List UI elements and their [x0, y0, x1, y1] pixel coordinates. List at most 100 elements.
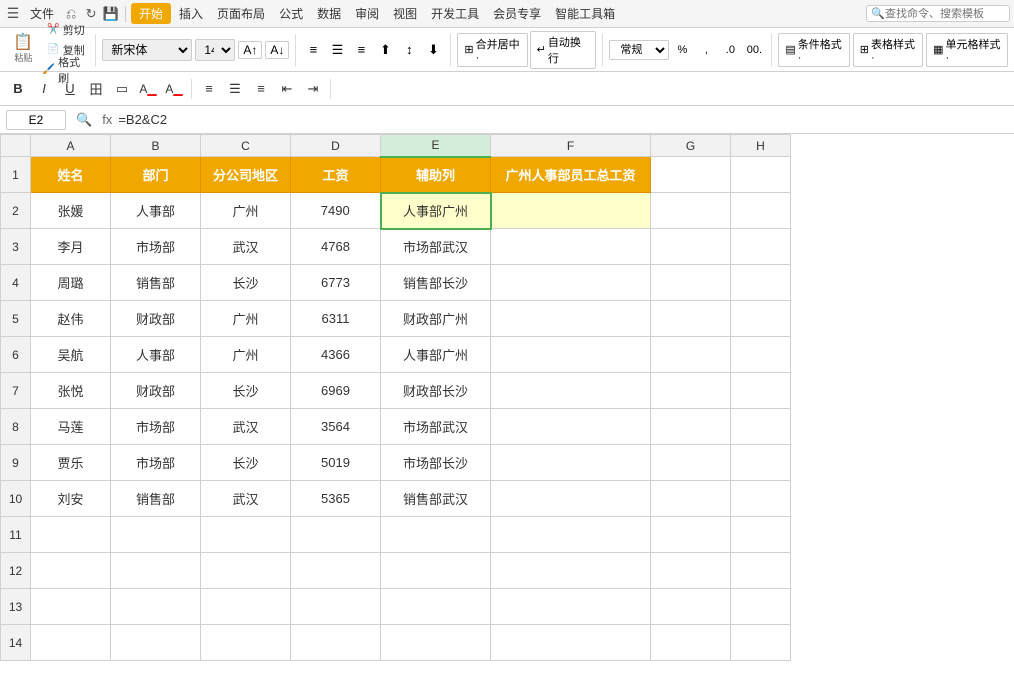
cell-a2[interactable]: 张媛 — [31, 193, 111, 229]
cell-f5[interactable] — [491, 301, 651, 337]
cell-d2[interactable]: 7490 — [291, 193, 381, 229]
menu-review[interactable]: 审阅 — [349, 3, 385, 24]
cell-d7[interactable]: 6969 — [291, 373, 381, 409]
cell-f2[interactable] — [491, 193, 651, 229]
cell-g1[interactable] — [651, 157, 731, 193]
cell-d13[interactable] — [291, 589, 381, 625]
cell-g2[interactable] — [651, 193, 731, 229]
cell-c10[interactable]: 武汉 — [201, 481, 291, 517]
menu-data[interactable]: 数据 — [311, 3, 347, 24]
cell-h12[interactable] — [731, 553, 791, 589]
border-outer-button[interactable]: ▭ — [110, 77, 134, 101]
cell-a3[interactable]: 李月 — [31, 229, 111, 265]
cell-f7[interactable] — [491, 373, 651, 409]
cell-d6[interactable]: 4366 — [291, 337, 381, 373]
cell-b8[interactable]: 市场部 — [111, 409, 201, 445]
paste-button[interactable]: 📋 粘贴 — [6, 31, 41, 69]
cell-c8[interactable]: 武汉 — [201, 409, 291, 445]
cell-c5[interactable]: 广州 — [201, 301, 291, 337]
cell-g5[interactable] — [651, 301, 731, 337]
cell-f13[interactable] — [491, 589, 651, 625]
align-left2-button[interactable]: ≡ — [197, 77, 221, 101]
header-region[interactable]: 分公司地区 — [201, 157, 291, 193]
cell-c13[interactable] — [201, 589, 291, 625]
cell-g4[interactable] — [651, 265, 731, 301]
col-header-g[interactable]: G — [651, 135, 731, 157]
col-header-a[interactable]: A — [31, 135, 111, 157]
cell-g14[interactable] — [651, 625, 731, 661]
cell-c3[interactable]: 武汉 — [201, 229, 291, 265]
cell-h13[interactable] — [731, 589, 791, 625]
cell-c14[interactable] — [201, 625, 291, 661]
header-helper[interactable]: 辅助列 — [381, 157, 491, 193]
cell-c12[interactable] — [201, 553, 291, 589]
cell-f9[interactable] — [491, 445, 651, 481]
cell-d5[interactable]: 6311 — [291, 301, 381, 337]
cell-a5[interactable]: 赵伟 — [31, 301, 111, 337]
cell-f8[interactable] — [491, 409, 651, 445]
cell-b4[interactable]: 销售部 — [111, 265, 201, 301]
cell-d9[interactable]: 5019 — [291, 445, 381, 481]
cell-g6[interactable] — [651, 337, 731, 373]
cell-f3[interactable] — [491, 229, 651, 265]
font-size-increase-button[interactable]: A↑ — [238, 41, 262, 59]
align-left-button[interactable]: ≡ — [302, 39, 324, 61]
cell-e4[interactable]: 销售部长沙 — [381, 265, 491, 301]
cell-b5[interactable]: 财政部 — [111, 301, 201, 337]
header-name[interactable]: 姓名 — [31, 157, 111, 193]
align-right-button[interactable]: ≡ — [350, 39, 372, 61]
cell-h3[interactable] — [731, 229, 791, 265]
cell-c9[interactable]: 长沙 — [201, 445, 291, 481]
cell-c11[interactable] — [201, 517, 291, 553]
cell-d12[interactable] — [291, 553, 381, 589]
col-header-f[interactable]: F — [491, 135, 651, 157]
format-brush-button[interactable]: 🖌️ 格式刷 — [43, 61, 90, 79]
cell-b7[interactable]: 财政部 — [111, 373, 201, 409]
sheet-container[interactable]: A B C D E F G H 1 姓名 部门 分公司地区 工资 辅助列 广州人… — [0, 134, 1014, 661]
cell-h2[interactable] — [731, 193, 791, 229]
align-middle-button[interactable]: ↕ — [398, 39, 420, 61]
cell-a9[interactable]: 贾乐 — [31, 445, 111, 481]
cell-e6[interactable]: 人事部广州 — [381, 337, 491, 373]
cell-g9[interactable] — [651, 445, 731, 481]
menu-tools[interactable]: 智能工具箱 — [549, 3, 621, 24]
cell-g11[interactable] — [651, 517, 731, 553]
search-input[interactable] — [885, 8, 1005, 20]
cell-d14[interactable] — [291, 625, 381, 661]
formula-input[interactable] — [118, 112, 1008, 127]
cond-format-button[interactable]: ▤ 条件格式· — [778, 33, 849, 67]
cell-h9[interactable] — [731, 445, 791, 481]
cell-f10[interactable] — [491, 481, 651, 517]
menu-view[interactable]: 视图 — [387, 3, 423, 24]
cell-e11[interactable] — [381, 517, 491, 553]
cell-a11[interactable] — [31, 517, 111, 553]
font-size-decrease-button[interactable]: A↓ — [265, 41, 289, 59]
cell-f12[interactable] — [491, 553, 651, 589]
menu-start[interactable]: 开始 — [131, 3, 171, 24]
cell-c4[interactable]: 长沙 — [201, 265, 291, 301]
cell-a6[interactable]: 吴航 — [31, 337, 111, 373]
save-icon[interactable]: 💾 — [102, 5, 120, 23]
bold-button[interactable]: B — [6, 77, 30, 101]
number-format-select[interactable]: 常规 — [609, 40, 669, 60]
cell-a8[interactable]: 马莲 — [31, 409, 111, 445]
cell-a13[interactable] — [31, 589, 111, 625]
percent-button[interactable]: % — [671, 39, 693, 61]
cell-e7[interactable]: 财政部长沙 — [381, 373, 491, 409]
col-header-d[interactable]: D — [291, 135, 381, 157]
cell-h11[interactable] — [731, 517, 791, 553]
menu-formula[interactable]: 公式 — [273, 3, 309, 24]
cell-b3[interactable]: 市场部 — [111, 229, 201, 265]
cell-e2[interactable]: 人事部广州 — [381, 193, 491, 229]
col-header-b[interactable]: B — [111, 135, 201, 157]
cell-b12[interactable] — [111, 553, 201, 589]
align-top-button[interactable]: ⬆ — [374, 39, 396, 61]
border-button[interactable]: 田 — [84, 77, 108, 101]
header-dept[interactable]: 部门 — [111, 157, 201, 193]
cell-d10[interactable]: 5365 — [291, 481, 381, 517]
cut-button[interactable]: ✂️ 剪切 — [43, 21, 90, 39]
cell-b9[interactable]: 市场部 — [111, 445, 201, 481]
cell-e8[interactable]: 市场部武汉 — [381, 409, 491, 445]
merge-center-button[interactable]: ⊞ 合并居中· — [457, 33, 527, 67]
header-salary[interactable]: 工资 — [291, 157, 381, 193]
